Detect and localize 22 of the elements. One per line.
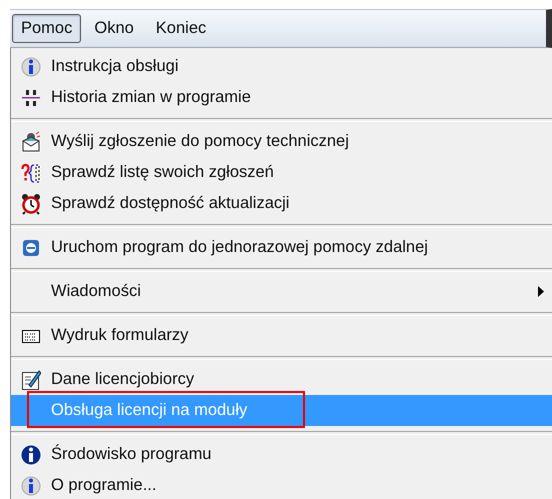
menu-bar-item[interactable]: Okno — [85, 14, 143, 43]
menu-item[interactable]: Instrukcja obsługi — [11, 51, 552, 82]
menu-item[interactable]: Środowisko programu — [11, 439, 552, 470]
menu-item[interactable]: Wiadomości — [11, 276, 552, 307]
menu-item[interactable]: Dane licencjobiorcy — [11, 364, 552, 395]
menu-bar-item[interactable]: Pomoc — [12, 14, 82, 43]
document-pen-icon — [21, 368, 41, 390]
question-list-icon — [21, 162, 41, 184]
menu-bar-item[interactable]: Koniec — [146, 14, 216, 43]
info-icon — [21, 444, 41, 466]
menu-item[interactable]: Sprawdź listę swoich zgłoszeń — [11, 157, 552, 188]
menu-item[interactable]: O programie... — [11, 470, 552, 499]
menu-item[interactable]: Wyślij zgłoszenie do pomocy technicznej — [11, 126, 552, 157]
menu-item[interactable]: Wydruk formularzy — [11, 320, 552, 351]
alarm-clock-icon — [21, 192, 41, 214]
menu-item[interactable]: Sprawdź dostępność aktualizacji — [11, 188, 552, 219]
submenu-arrow-icon — [538, 286, 544, 297]
menu-item[interactable]: Uruchom program do jednorazowej pomocy zdalnej — [11, 232, 552, 263]
info-icon — [21, 474, 41, 496]
mail-icon — [21, 130, 41, 152]
info-icon — [21, 56, 41, 78]
menu-item[interactable]: Historia zmian w programie — [11, 82, 552, 113]
